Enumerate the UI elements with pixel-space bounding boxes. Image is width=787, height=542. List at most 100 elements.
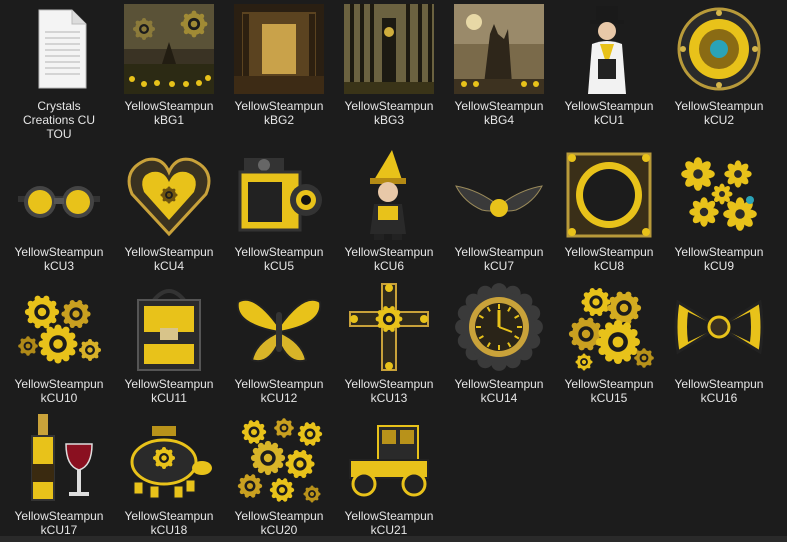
file-name-line: YellowSteampun xyxy=(14,377,104,391)
horizontal-scrollbar[interactable] xyxy=(0,536,787,542)
file-name-label: YellowSteampun kBG4 xyxy=(444,99,554,127)
file-item[interactable]: YellowSteampun kCU16 xyxy=(664,282,774,422)
file-name-line: kCU6 xyxy=(373,259,404,273)
file-item[interactable]: YellowSteampun kBG4 xyxy=(444,4,554,144)
file-name-label: YellowSteampun kCU16 xyxy=(664,377,774,405)
file-item[interactable]: YellowSteampun kBG1 xyxy=(114,4,224,144)
file-name-line: YellowSteampun xyxy=(124,245,214,259)
file-name-line: kCU4 xyxy=(153,259,184,273)
steampunk-clock-thumbnail xyxy=(454,282,544,372)
file-item[interactable]: YellowSteampun kCU20 xyxy=(224,414,334,542)
file-item[interactable]: YellowSteampun kCU12 xyxy=(224,282,334,422)
file-item[interactable]: Crystals Creations CU TOU xyxy=(4,4,114,144)
file-name-line: YellowSteampun xyxy=(674,377,764,391)
file-name-line: kBG3 xyxy=(373,113,404,127)
file-name-label: YellowSteampun kCU5 xyxy=(224,245,334,273)
file-name-line: kBG4 xyxy=(483,113,514,127)
file-item[interactable]: YellowSteampun kBG3 xyxy=(334,4,444,144)
file-item[interactable]: YellowSteampun kCU2 xyxy=(664,4,774,144)
steampunk-turtle-thumbnail xyxy=(124,414,214,504)
file-name-line: kCU1 xyxy=(593,113,624,127)
file-name-label: YellowSteampun kCU20 xyxy=(224,509,334,537)
file-item[interactable]: YellowSteampun kCU1 xyxy=(554,4,664,144)
file-item[interactable]: YellowSteampun kCU7 xyxy=(444,150,554,290)
file-name-line: YellowSteampun xyxy=(564,377,654,391)
file-item[interactable]: YellowSteampun kCU11 xyxy=(114,282,224,422)
file-name-label: YellowSteampun kCU1 xyxy=(554,99,664,127)
file-item[interactable]: YellowSteampun kCU15 xyxy=(554,282,664,422)
steampunk-heart-thumbnail xyxy=(124,150,214,240)
file-name-line: YellowSteampun xyxy=(674,245,764,259)
file-name-line: kCU7 xyxy=(483,259,514,273)
file-name-label: YellowSteampun kCU18 xyxy=(114,509,224,537)
file-item[interactable]: YellowSteampun kCU21 xyxy=(334,414,444,542)
file-item[interactable]: YellowSteampun kCU8 xyxy=(554,150,664,290)
file-item[interactable]: YellowSteampun kCU4 xyxy=(114,150,224,290)
steampunk-camera-thumbnail xyxy=(234,150,324,240)
file-name-label: Crystals Creations CU TOU xyxy=(4,99,114,141)
file-grid: Crystals Creations CU TOU YellowSteampun kB… xyxy=(0,0,787,542)
file-item[interactable]: YellowSteampun kCU18 xyxy=(114,414,224,542)
file-name-line: kCU2 xyxy=(703,113,734,127)
file-name-label: YellowSteampun kCU4 xyxy=(114,245,224,273)
file-name-label: YellowSteampun kCU12 xyxy=(224,377,334,405)
file-name-line: Crystals xyxy=(37,99,81,113)
file-name-line: kCU17 xyxy=(40,523,78,537)
file-name-line: TOU xyxy=(46,127,72,141)
file-name-line: kCU12 xyxy=(260,391,298,405)
file-name-label: YellowSteampun kCU13 xyxy=(334,377,444,405)
steampunk-castle-thumbnail xyxy=(454,4,544,94)
file-item[interactable]: YellowSteampun kCU13 xyxy=(334,282,444,422)
file-name-line: YellowSteampun xyxy=(14,509,104,523)
file-name-line: YellowSteampun xyxy=(454,377,544,391)
file-item[interactable]: YellowSteampun kCU3 xyxy=(4,150,114,290)
file-name-line: YellowSteampun xyxy=(124,377,214,391)
file-name-label: YellowSteampun kCU6 xyxy=(334,245,444,273)
file-item[interactable]: YellowSteampun kCU6 xyxy=(334,150,444,290)
file-name-line: kCU11 xyxy=(151,391,187,405)
steampunk-forest-clocktower-thumbnail xyxy=(344,4,434,94)
file-name-line: YellowSteampun xyxy=(124,509,214,523)
text-document-icon xyxy=(14,4,104,94)
file-name-line: kCU13 xyxy=(370,391,408,405)
file-item[interactable]: YellowSteampun kBG2 xyxy=(224,4,334,144)
file-name-line: kCU21 xyxy=(370,523,408,537)
file-name-line: kBG1 xyxy=(153,113,184,127)
file-item[interactable]: YellowSteampun kCU14 xyxy=(444,282,554,422)
file-item[interactable]: YellowSteampun kCU10 xyxy=(4,282,114,422)
file-name-label: YellowSteampun kCU9 xyxy=(664,245,774,273)
file-name-line: YellowSteampun xyxy=(234,377,324,391)
file-item[interactable]: YellowSteampun kCU17 xyxy=(4,414,114,542)
file-name-line: YellowSteampun xyxy=(674,99,764,113)
steampunk-flowers-thumbnail xyxy=(674,150,764,240)
file-item[interactable]: YellowSteampun kCU9 xyxy=(664,150,774,290)
steampunk-bow-thumbnail xyxy=(674,282,764,372)
steampunk-gnome-thumbnail xyxy=(344,150,434,240)
steampunk-gears-scatter-thumbnail xyxy=(234,414,324,504)
file-name-line: YellowSteampun xyxy=(564,245,654,259)
steampunk-gears-cluster-thumbnail xyxy=(14,282,104,372)
file-name-line: kCU3 xyxy=(43,259,74,273)
file-name-line: YellowSteampun xyxy=(344,99,434,113)
file-name-label: YellowSteampun kCU2 xyxy=(664,99,774,127)
steampunk-wine-thumbnail xyxy=(14,414,104,504)
steampunk-gears-pile-thumbnail xyxy=(564,282,654,372)
file-name-label: YellowSteampun kCU17 xyxy=(4,509,114,537)
file-name-label: YellowSteampun kBG2 xyxy=(224,99,334,127)
file-name-label: YellowSteampun kCU7 xyxy=(444,245,554,273)
file-name-label: YellowSteampun kCU3 xyxy=(4,245,114,273)
file-name-line: kBG2 xyxy=(263,113,294,127)
file-name-label: YellowSteampun kCU8 xyxy=(554,245,664,273)
file-name-line: YellowSteampun xyxy=(564,99,654,113)
file-name-line: YellowSteampun xyxy=(234,99,324,113)
file-name-line: YellowSteampun xyxy=(344,509,434,523)
file-name-line: YellowSteampun xyxy=(14,245,104,259)
file-name-line: kCU16 xyxy=(700,391,738,405)
file-name-line: kCU18 xyxy=(150,523,188,537)
file-item[interactable]: YellowSteampun kCU5 xyxy=(224,150,334,290)
file-name-line: Creations CU xyxy=(22,113,96,127)
steampunk-frame-thumbnail xyxy=(564,150,654,240)
file-name-line: YellowSteampun xyxy=(234,245,324,259)
file-name-line: YellowSteampun xyxy=(454,245,544,259)
steampunk-medallion-thumbnail xyxy=(674,4,764,94)
